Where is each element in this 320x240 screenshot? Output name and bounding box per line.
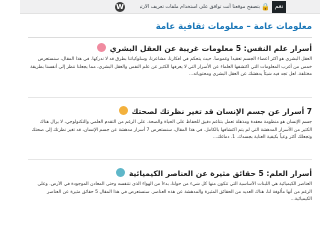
cookie-accept-button[interactable]: نعم [272,1,286,13]
post-excerpt: العناصر الكيميائية هي اللبنات الأساسية ا… [37,182,312,203]
site-title[interactable]: معلومات عامة – معلومات ثقافية عامة [28,22,312,36]
title-divider [28,37,312,38]
lock-icon: 🔒 [261,3,270,11]
cookie-notice-text: بتصفح موقعنا أنت توافق على استخدام ملفات… [140,4,260,10]
wordpress-icon[interactable]: W [115,2,125,12]
brain-icon [97,43,107,52]
post-heading-text[interactable]: 7 أسرار عن جسم الإنسان قد تغير نظرتك لصح… [132,107,312,116]
admin-bar: W بتصفح موقعنا أنت توافق على استخدام ملف… [20,0,320,14]
flask-icon [116,168,126,177]
post-heading-link[interactable]: 7 أسرار عن جسم الإنسان قد تغير نظرتك لصح… [28,105,312,118]
post-excerpt: العقل البشري هو أكثر أعضاء الجسم تعقيداً… [30,57,312,78]
post-divider [28,159,312,160]
post-heading-text[interactable]: أسرار علم النفس: 5 معلومات غريبة عن العق… [110,44,312,53]
post-divider [28,97,312,98]
post-heading-link[interactable]: أسرار علم النفس: 5 معلومات غريبة عن العق… [28,42,312,55]
post-heading-text[interactable]: أسرار العلم: 5 حقائق مثيرة عن العناصر ال… [129,169,312,178]
post-excerpt: جسم الإنسان هو منظومة معقدة ومذهلة تعمل … [31,120,312,141]
muscle-icon [118,106,128,115]
post-heading-link[interactable]: أسرار العلم: 5 حقائق مثيرة عن العناصر ال… [28,167,312,180]
